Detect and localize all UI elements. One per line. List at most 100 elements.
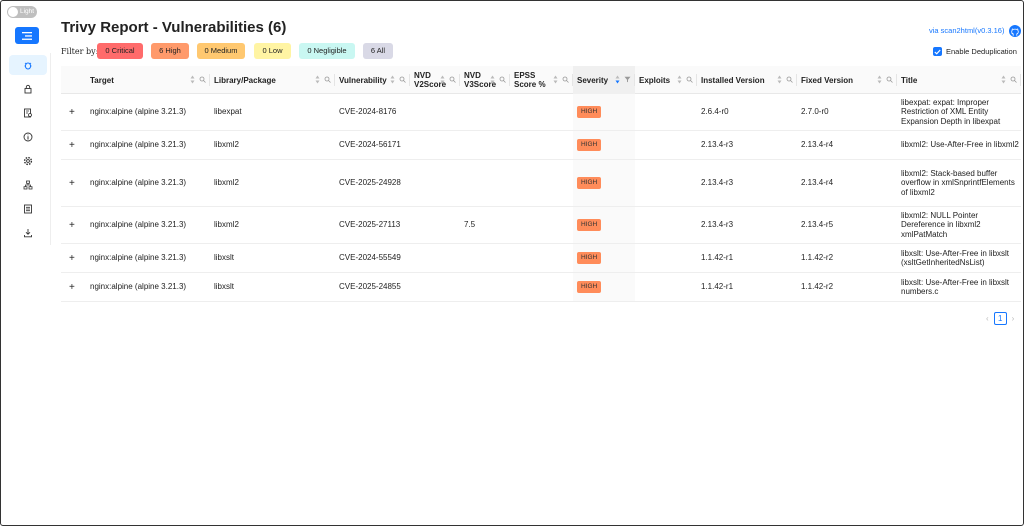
expand-row-icon[interactable]: +: [69, 244, 75, 272]
next-page-button[interactable]: ›: [1012, 314, 1015, 323]
sidebar-item-info[interactable]: [9, 127, 47, 147]
column-header-epss-score[interactable]: EPSS Score %: [510, 66, 573, 94]
cell-text: 1.1.42-r2: [801, 282, 834, 292]
filter-chip-critical[interactable]: 0 Critical: [97, 43, 143, 59]
cell-epss-score: [510, 244, 573, 272]
sort-icon[interactable]: [677, 75, 682, 86]
bug-icon: [24, 62, 32, 70]
cell-text: 2.13.4-r4: [801, 140, 834, 150]
filter-icon[interactable]: [624, 76, 631, 85]
menu-toggle-button[interactable]: [15, 27, 39, 44]
filter-chip-high[interactable]: 6 High: [151, 43, 189, 59]
cell-text: CVE-2024-56171: [339, 140, 401, 150]
column-header-label: Exploits: [639, 75, 671, 85]
expand-row-icon[interactable]: +: [69, 131, 75, 159]
sidebar-item-details[interactable]: [9, 199, 47, 219]
column-header-fixed-version[interactable]: Fixed Version: [797, 66, 897, 94]
cell-nvd-v2score: [410, 160, 460, 206]
sort-icon[interactable]: [440, 75, 445, 86]
column-header-title[interactable]: Title: [897, 66, 1021, 94]
sort-icon[interactable]: [553, 75, 558, 86]
cell-text: 2.13.4-r5: [801, 220, 834, 230]
scan2html-link[interactable]: via scan2html(v0.3.16): [929, 26, 1004, 35]
table-row[interactable]: + nginx:alpine (alpine 3.21.3) libxml2 CVE-…: [61, 160, 1021, 207]
expand-row-icon[interactable]: +: [69, 273, 75, 301]
cell-package: libexpat: [210, 94, 335, 130]
sort-icon[interactable]: [615, 75, 620, 86]
search-icon[interactable]: [1010, 76, 1017, 85]
table-row[interactable]: + nginx:alpine (alpine 3.21.3) libexpat CVE…: [61, 94, 1021, 131]
sort-icon[interactable]: [777, 75, 782, 86]
search-icon[interactable]: [449, 76, 456, 85]
table-row[interactable]: + nginx:alpine (alpine 3.21.3) libxslt CVE-…: [61, 273, 1021, 302]
cell-nvd-v2score: [410, 94, 460, 130]
column-header-exploits[interactable]: Exploits: [635, 66, 697, 94]
sidebar-item-settings[interactable]: [9, 151, 47, 171]
cell-target: nginx:alpine (alpine 3.21.3): [86, 244, 210, 272]
sidebar-item-secrets[interactable]: [9, 79, 47, 99]
cell-target: nginx:alpine (alpine 3.21.3): [86, 160, 210, 206]
sort-icon[interactable]: [315, 75, 320, 86]
column-header-package[interactable]: Library/Package: [210, 66, 335, 94]
sort-icon[interactable]: [490, 75, 495, 86]
expand-row-icon[interactable]: +: [69, 94, 75, 130]
cell-nvd-v3score: [460, 244, 510, 272]
sort-icon[interactable]: [190, 75, 195, 86]
filter-chip-low[interactable]: 0 Low: [254, 43, 291, 59]
column-header-installed-version[interactable]: Installed Version: [697, 66, 797, 94]
search-icon[interactable]: [499, 76, 506, 85]
sidebar-item-export[interactable]: [9, 223, 47, 243]
cell-installed-version: 2.6.4-r0: [697, 94, 797, 130]
prev-page-button[interactable]: ‹: [986, 314, 989, 323]
cell-severity: HIGH: [573, 244, 635, 272]
cell-text: libxml2: [214, 178, 239, 188]
cell-text: CVE-2024-8176: [339, 107, 397, 117]
column-header-nvd-v3score[interactable]: NVD V3Score: [460, 66, 510, 94]
cell-text: nginx:alpine (alpine 3.21.3): [90, 220, 187, 230]
table-body: + nginx:alpine (alpine 3.21.3) libexpat CVE…: [61, 94, 1021, 302]
sidebar-item-licenses[interactable]: [9, 175, 47, 195]
sort-icon[interactable]: [1001, 75, 1006, 86]
cell-fixed-version: 2.13.4-r4: [797, 131, 897, 159]
theme-toggle[interactable]: Light: [7, 6, 37, 18]
table-row[interactable]: + nginx:alpine (alpine 3.21.3) libxslt CVE-…: [61, 244, 1021, 273]
sidebar-item-vulnerabilities[interactable]: [9, 55, 47, 75]
lock-icon: [24, 84, 32, 94]
table-row[interactable]: + nginx:alpine (alpine 3.21.3) libxml2 CVE-…: [61, 207, 1021, 244]
cell-installed-version: 2.13.4-r3: [697, 207, 797, 243]
filter-chip-all[interactable]: 6 All: [363, 43, 393, 59]
page-1-button[interactable]: 1: [993, 312, 1007, 325]
search-icon[interactable]: [562, 76, 569, 85]
cell-text: libxslt: Use-After-Free in libxslt numbe…: [901, 277, 1010, 297]
column-header-label: Library/Package: [214, 75, 276, 85]
search-icon[interactable]: [886, 76, 893, 85]
cell-exploits: [635, 244, 697, 272]
column-header-severity[interactable]: Severity: [573, 66, 635, 94]
deduplication-toggle[interactable]: Enable Deduplication: [933, 47, 1017, 56]
column-header-nvd-v2score[interactable]: NVD V2Score: [410, 66, 460, 94]
cell-title: libxml2: Stack-based buffer overflow in …: [897, 160, 1021, 206]
filter-chip-medium[interactable]: 0 Medium: [197, 43, 245, 59]
cell-text: libxml2: [214, 140, 239, 150]
sidebar-item-misconfigurations[interactable]: [9, 103, 47, 123]
toggle-knob: [8, 7, 18, 17]
severity-badge: HIGH: [577, 281, 602, 293]
filter-chip-negligible[interactable]: 0 Negligible: [299, 43, 355, 59]
cell-package: libxslt: [210, 273, 335, 301]
cell-title: libxslt: Use-After-Free in libxslt numbe…: [897, 273, 1021, 301]
column-header-vulnerability[interactable]: Vulnerability: [335, 66, 410, 94]
column-header-target[interactable]: Target: [86, 66, 210, 94]
dedup-checkbox[interactable]: [933, 47, 942, 56]
severity-badge: HIGH: [577, 219, 602, 231]
github-icon[interactable]: [1009, 25, 1021, 37]
search-icon[interactable]: [199, 76, 206, 85]
search-icon[interactable]: [324, 76, 331, 85]
expand-row-icon[interactable]: +: [69, 160, 75, 206]
sort-icon[interactable]: [390, 75, 395, 86]
search-icon[interactable]: [399, 76, 406, 85]
table-row[interactable]: + nginx:alpine (alpine 3.21.3) libxml2 CVE-…: [61, 131, 1021, 160]
search-icon[interactable]: [686, 76, 693, 85]
search-icon[interactable]: [786, 76, 793, 85]
sort-icon[interactable]: [877, 75, 882, 86]
expand-row-icon[interactable]: +: [69, 207, 75, 243]
